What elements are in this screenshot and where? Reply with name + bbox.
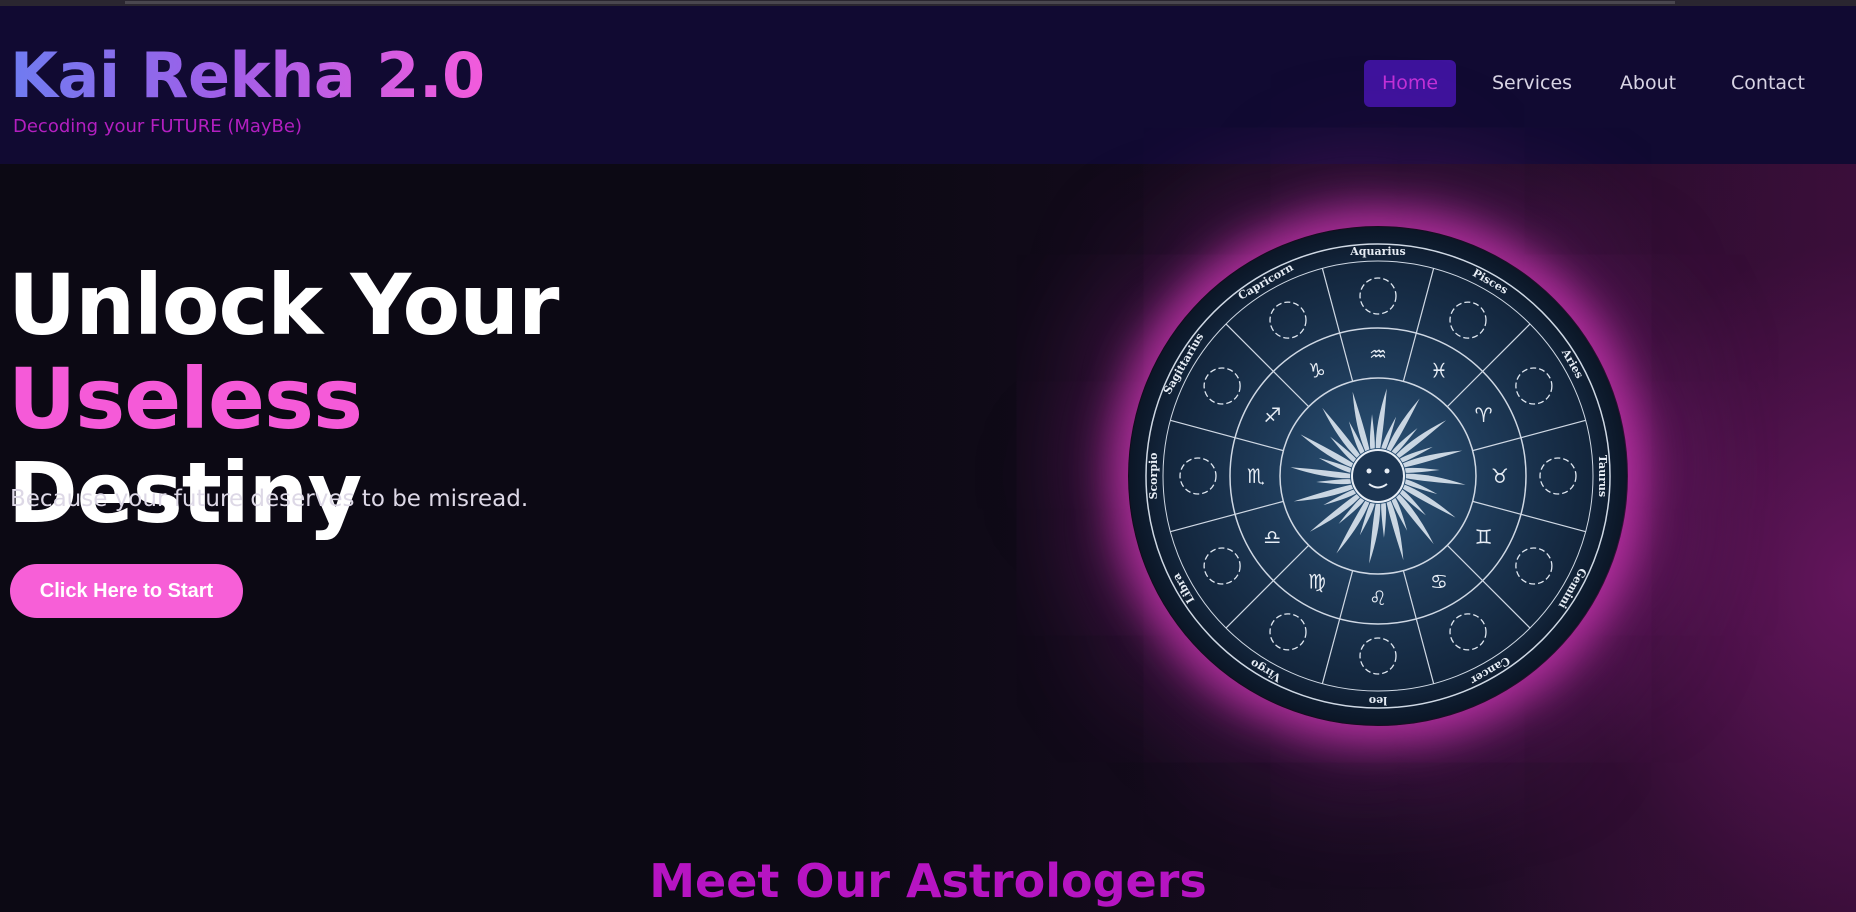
site-tagline: Decoding your FUTURE (MayBe) — [13, 116, 303, 137]
sign-symbol-taurus: ♉ — [1491, 464, 1509, 488]
scroll-thumb[interactable] — [125, 1, 1675, 4]
astrologers-section-title: Meet Our Astrologers — [649, 854, 1207, 908]
sign-label-aquarius: Aquarius — [1349, 245, 1406, 258]
sign-symbol-gemini: ♊ — [1475, 525, 1493, 549]
hero-title-accent: Useless — [8, 350, 363, 448]
sign-label-taurus: Taurus — [1596, 455, 1609, 497]
hero-title-part1: Unlock Your — [8, 256, 559, 354]
nav-services[interactable]: Services — [1486, 60, 1578, 107]
sign-label-leo: leo — [1369, 694, 1388, 707]
sign-label-scorpio: Scorpio — [1147, 453, 1160, 500]
sun-eye-right — [1384, 468, 1390, 474]
site-header: Kai Rekha 2.0 Decoding your FUTURE (MayB… — [0, 6, 1856, 164]
sign-symbol-pisces: ♓ — [1430, 358, 1448, 382]
hero-subtitle: Because your future deserves to be misre… — [10, 486, 529, 512]
sign-symbol-sagittarius: ♐ — [1263, 403, 1281, 427]
site-logo[interactable]: Kai Rekha 2.0 — [10, 40, 485, 112]
sign-symbol-virgo: ♍ — [1308, 570, 1326, 594]
zodiac-wheel-image: AquariusPiscesAriesTaurusGeminiCancerleo… — [1129, 227, 1627, 725]
sun-eye-left — [1366, 468, 1372, 474]
sign-symbol-aries: ♈ — [1475, 403, 1493, 427]
nav-home[interactable]: Home — [1364, 60, 1456, 107]
nav-about[interactable]: About — [1608, 60, 1688, 107]
nav-contact[interactable]: Contact — [1720, 60, 1816, 107]
hero-section: Unlock Your Useless Destiny Because your … — [0, 164, 1856, 912]
sign-symbol-capricorn: ♑ — [1308, 358, 1326, 382]
start-button[interactable]: Click Here to Start — [10, 564, 243, 618]
sign-symbol-libra: ♎ — [1263, 525, 1281, 549]
sun-face — [1351, 449, 1405, 503]
sign-symbol-scorpio: ♏ — [1247, 464, 1265, 488]
sign-symbol-cancer: ♋ — [1430, 570, 1448, 594]
sign-symbol-leo: ♌ — [1369, 586, 1387, 610]
sign-symbol-aquarius: ♒ — [1369, 342, 1387, 366]
